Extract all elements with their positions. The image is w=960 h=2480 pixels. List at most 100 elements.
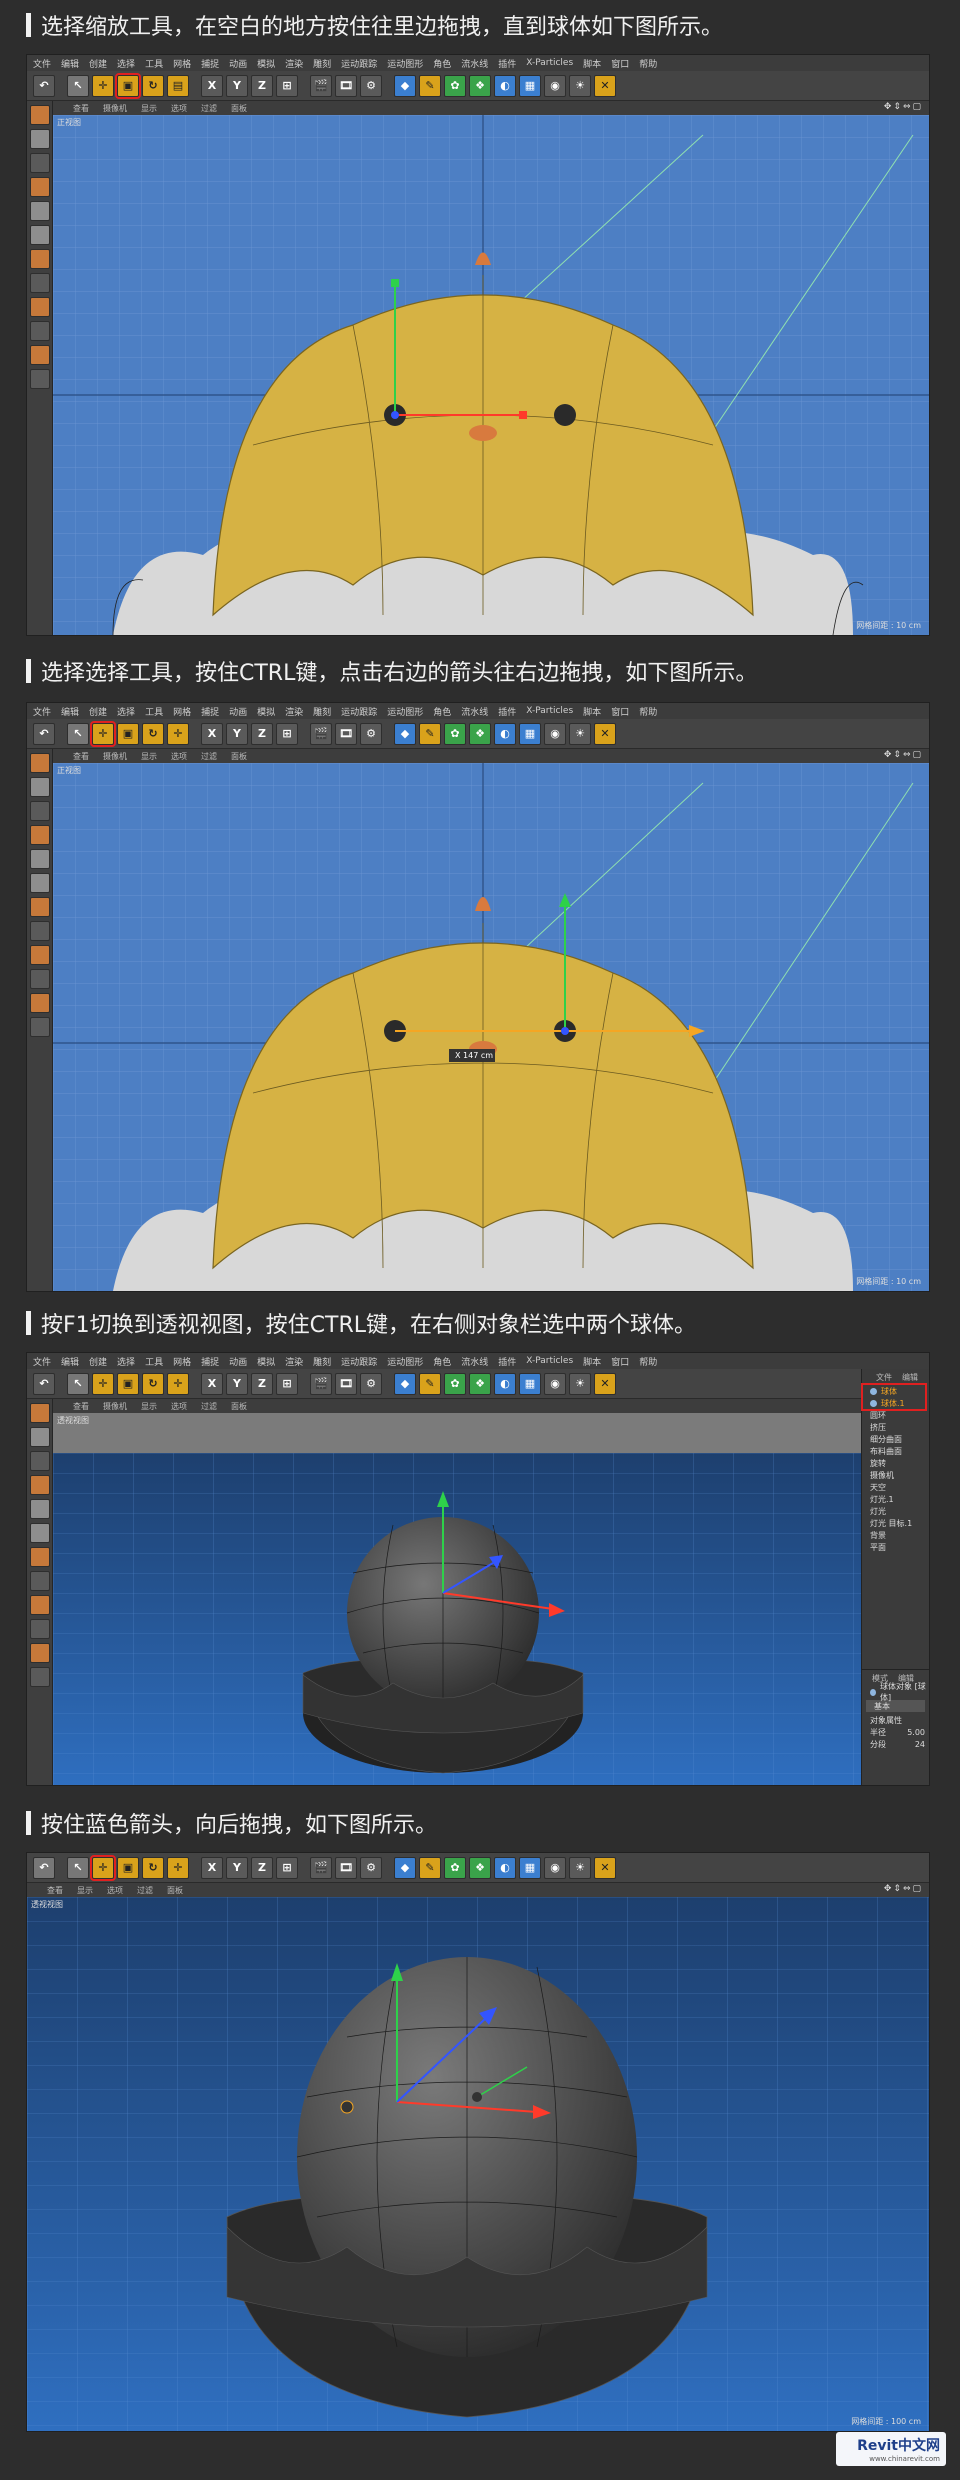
vp-menu-display[interactable]: 显示 — [77, 1885, 93, 1896]
vp-menu-filter[interactable]: 过滤 — [201, 103, 217, 114]
menu-render[interactable]: 渲染 — [285, 57, 303, 70]
light-icon[interactable]: ☀ — [569, 1856, 591, 1879]
render-picture-viewer-icon[interactable]: 🎞 — [335, 722, 357, 745]
menu-snap[interactable]: 捕捉 — [201, 705, 219, 718]
points-mode-icon[interactable] — [30, 1499, 50, 1519]
object-item[interactable]: 灯光 — [862, 1505, 929, 1517]
render-settings-icon[interactable]: ⚙ — [360, 74, 382, 97]
vp-menu-filter[interactable]: 过滤 — [201, 751, 217, 762]
vp-menu-filter[interactable]: 过滤 — [201, 1401, 217, 1412]
edges-mode-icon[interactable] — [30, 873, 50, 893]
menu-script[interactable]: 脚本 — [583, 1355, 601, 1368]
polygons-mode-icon[interactable] — [30, 897, 50, 917]
menu-render[interactable]: 渲染 — [285, 705, 303, 718]
menu-character[interactable]: 角色 — [433, 57, 451, 70]
menu-simulate[interactable]: 模拟 — [257, 1355, 275, 1368]
vp-menu-display[interactable]: 显示 — [141, 1401, 157, 1412]
x-axis-button[interactable]: X — [201, 1856, 223, 1879]
menu-mesh[interactable]: 网格 — [173, 57, 191, 70]
rotate-tool-icon[interactable]: ↻ — [142, 74, 164, 97]
rotate-tool-icon[interactable]: ↻ — [142, 1372, 164, 1395]
render-view-icon[interactable]: 🎬 — [310, 1372, 332, 1395]
sculpt-icon[interactable] — [30, 1643, 50, 1663]
menu-mesh[interactable]: 网格 — [173, 1355, 191, 1368]
coord-system-icon[interactable]: ⊞ — [276, 1372, 298, 1395]
render-picture-viewer-icon[interactable]: 🎞 — [335, 1372, 357, 1395]
menu-tools[interactable]: 工具 — [145, 1355, 163, 1368]
menu-create[interactable]: 创建 — [89, 1355, 107, 1368]
vp-menu-options[interactable]: 选项 — [171, 103, 187, 114]
menu-window[interactable]: 窗口 — [611, 1355, 629, 1368]
x-axis-button[interactable]: X — [201, 74, 223, 97]
recent-tool-icon[interactable]: ▤ — [167, 74, 189, 97]
render-view-icon[interactable]: 🎬 — [310, 1856, 332, 1879]
viewport-perspective[interactable]: 透视视图 网格间距 : 100 cm — [27, 1897, 929, 2431]
menu-sculpt[interactable]: 雕刻 — [313, 57, 331, 70]
model-mode-icon[interactable] — [30, 777, 50, 797]
menu-file[interactable]: 文件 — [33, 57, 51, 70]
edges-mode-icon[interactable] — [30, 225, 50, 245]
subdivision-icon[interactable]: ✿ — [444, 74, 466, 97]
vp-menu-options[interactable]: 选项 — [171, 751, 187, 762]
light-icon[interactable]: ☀ — [569, 74, 591, 97]
render-picture-viewer-icon[interactable]: 🎞 — [335, 74, 357, 97]
vp-menu-panel[interactable]: 面板 — [231, 103, 247, 114]
menu-render[interactable]: 渲染 — [285, 1355, 303, 1368]
vp-menu-display[interactable]: 显示 — [141, 103, 157, 114]
tag-icon[interactable]: ✕ — [594, 74, 616, 97]
menu-file[interactable]: 文件 — [33, 705, 51, 718]
render-view-icon[interactable]: 🎬 — [310, 74, 332, 97]
menu-select[interactable]: 选择 — [117, 1355, 135, 1368]
pen-icon[interactable]: ✎ — [419, 722, 441, 745]
undo-icon[interactable]: ↶ — [33, 1372, 55, 1395]
y-axis-button[interactable]: Y — [226, 1856, 248, 1879]
subdivision-icon[interactable]: ✿ — [444, 722, 466, 745]
floor-icon[interactable]: ▦ — [519, 74, 541, 97]
polygons-mode-icon[interactable] — [30, 249, 50, 269]
cube-icon[interactable]: ◆ — [394, 1856, 416, 1879]
subdivision-icon[interactable]: ✿ — [444, 1856, 466, 1879]
menu-animate[interactable]: 动画 — [229, 705, 247, 718]
axis-mode-icon[interactable] — [30, 921, 50, 941]
recent-tool-icon[interactable]: ✛ — [167, 1372, 189, 1395]
viewport-nav-icons[interactable]: ✥⇕⇔▢ — [884, 1884, 923, 1894]
menu-edit[interactable]: 编辑 — [61, 57, 79, 70]
live-select-icon[interactable]: ↖ — [67, 1856, 89, 1879]
menu-window[interactable]: 窗口 — [611, 705, 629, 718]
deformer-icon[interactable]: ◐ — [494, 74, 516, 97]
menu-select[interactable]: 选择 — [117, 705, 135, 718]
make-editable-icon[interactable] — [30, 105, 50, 125]
menu-animate[interactable]: 动画 — [229, 57, 247, 70]
subdivision-icon[interactable]: ✿ — [444, 1372, 466, 1395]
cube-icon[interactable]: ◆ — [394, 1372, 416, 1395]
array-icon[interactable]: ❖ — [469, 74, 491, 97]
vp-menu-panel[interactable]: 面板 — [231, 1401, 247, 1412]
scale-tool-icon[interactable]: ▣ — [117, 1856, 139, 1879]
texture-mode-icon[interactable] — [30, 153, 50, 173]
polygons-mode-icon[interactable] — [30, 1547, 50, 1567]
menu-mograph[interactable]: 运动图形 — [387, 57, 423, 70]
snap-icon[interactable] — [30, 321, 50, 341]
vp-menu-camera[interactable]: 摄像机 — [103, 751, 127, 762]
pen-icon[interactable]: ✎ — [419, 1372, 441, 1395]
object-item[interactable]: 摄像机 — [862, 1469, 929, 1481]
render-picture-viewer-icon[interactable]: 🎞 — [335, 1856, 357, 1879]
deformer-icon[interactable]: ◐ — [494, 722, 516, 745]
live-select-icon[interactable]: ↖ — [67, 74, 89, 97]
menu-character[interactable]: 角色 — [433, 1355, 451, 1368]
pen-icon[interactable]: ✎ — [419, 1856, 441, 1879]
undo-icon[interactable]: ↶ — [33, 1856, 55, 1879]
menu-simulate[interactable]: 模拟 — [257, 57, 275, 70]
render-settings-icon[interactable]: ⚙ — [360, 1856, 382, 1879]
menu-plugins[interactable]: 插件 — [498, 705, 516, 718]
menu-motion-tracking[interactable]: 运动跟踪 — [341, 705, 377, 718]
cube-icon[interactable]: ◆ — [394, 722, 416, 745]
array-icon[interactable]: ❖ — [469, 1372, 491, 1395]
menu-mograph[interactable]: 运动图形 — [387, 705, 423, 718]
tweak-mode-icon[interactable] — [30, 297, 50, 317]
scale-tool-icon[interactable]: ▣ — [117, 1372, 139, 1395]
coord-system-icon[interactable]: ⊞ — [276, 74, 298, 97]
scale-tool-icon[interactable]: ▣ — [115, 72, 141, 99]
camera-icon[interactable]: ◉ — [544, 74, 566, 97]
light-icon[interactable]: ☀ — [569, 1372, 591, 1395]
